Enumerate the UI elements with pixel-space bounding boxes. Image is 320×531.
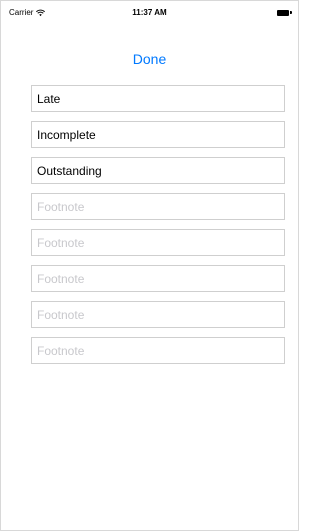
footnote-fields <box>31 85 285 373</box>
text-field-3[interactable] <box>31 157 285 184</box>
phone-screen: Carrier 11:37 AM Done <box>0 0 299 531</box>
status-time: 11:37 AM <box>132 8 167 17</box>
battery-level <box>277 9 289 16</box>
text-field-2[interactable] <box>31 121 285 148</box>
navigation-bar: Done <box>1 50 298 69</box>
text-field-5[interactable] <box>31 229 285 256</box>
battery-tip <box>290 11 292 14</box>
done-button[interactable]: Done <box>133 50 166 68</box>
text-field-8[interactable] <box>31 337 285 364</box>
text-field-7[interactable] <box>31 301 285 328</box>
text-field-4[interactable] <box>31 193 285 220</box>
text-field-1[interactable] <box>31 85 285 112</box>
text-field-6[interactable] <box>31 265 285 292</box>
status-bar: Carrier 11:37 AM <box>1 1 298 21</box>
battery-icon <box>277 9 292 16</box>
